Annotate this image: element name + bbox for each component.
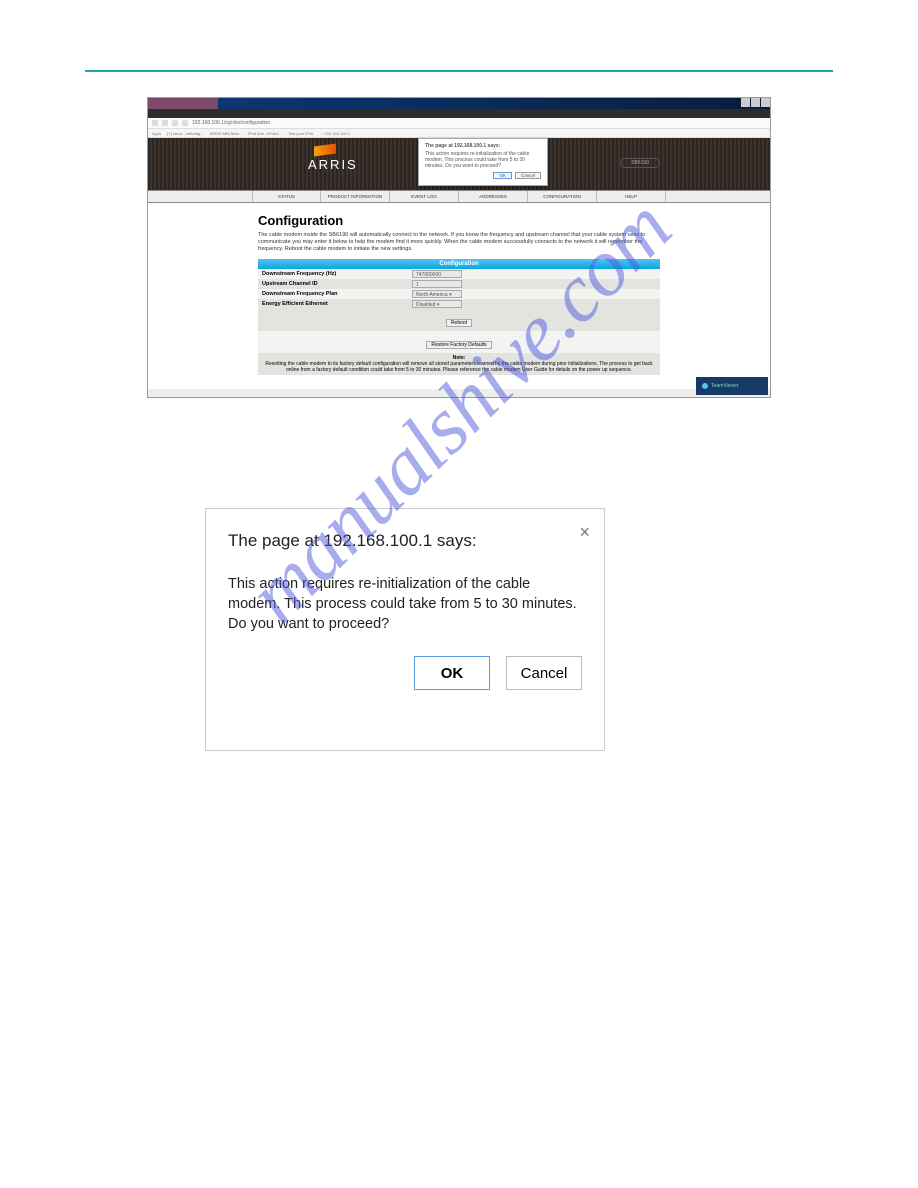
tab-addresses[interactable]: ADDRESSES [459, 191, 528, 202]
close-icon[interactable]: × [579, 523, 590, 541]
tab-help[interactable]: HELP [597, 191, 666, 202]
tab-event-log[interactable]: EVENT LOG [390, 191, 459, 202]
ok-button[interactable]: OK [414, 656, 490, 690]
dialog-message: This action requires re-initialization o… [425, 151, 541, 169]
horizontal-rule [85, 70, 833, 72]
restore-defaults-button[interactable]: Restore Factory Defaults [426, 341, 491, 349]
browser-screenshot: 192.168.100.1/cgi-bin/configuration Apps… [147, 97, 771, 398]
page-description: The cable modem inside the SB6190 will a… [258, 232, 660, 253]
url-text[interactable]: 192.168.100.1/cgi-bin/configuration [192, 120, 270, 126]
downstream-freq-input[interactable]: 747000000 [412, 270, 462, 278]
cancel-button[interactable]: Cancel [506, 656, 582, 690]
bookmarks-bar: Apps [+] Inbox - webadg... ARRIS MIB Man… [148, 129, 770, 138]
config-row: Upstream Channel ID 1 [258, 279, 660, 289]
dialog-title: The page at 192.168.100.1 says: [228, 531, 582, 551]
upstream-channel-input[interactable]: 1 [412, 280, 462, 288]
confirm-dialog-large: × The page at 192.168.100.1 says: This a… [205, 508, 605, 751]
model-badge: SB6190 [620, 158, 660, 168]
minimize-icon[interactable] [741, 98, 750, 107]
section-header: Configuration [258, 259, 660, 269]
browser-tabbar [148, 109, 770, 118]
teamviewer-label: TeamViewer [711, 383, 738, 389]
note-block: Note: Resetting the cable modem to its f… [258, 353, 660, 375]
forward-icon[interactable] [162, 120, 168, 126]
close-icon[interactable] [761, 98, 770, 107]
page-title: Configuration [258, 213, 660, 228]
confirm-dialog-small: The page at 192.168.100.1 says: This act… [418, 138, 548, 186]
ok-button[interactable]: OK [493, 172, 512, 179]
arris-logo: ARRIS [308, 157, 358, 172]
bookmark-item[interactable]: IPv6 test - IPv6/4... [248, 131, 282, 136]
tab-product-info[interactable]: PRODUCT INFORMATION [321, 191, 390, 202]
row-label: Energy Efficient Ethernet [262, 301, 412, 307]
dialog-message: This action requires re-initialization o… [228, 575, 582, 634]
freq-plan-select[interactable]: North America ▾ [412, 290, 462, 298]
row-label: Downstream Frequency Plan [262, 291, 412, 297]
row-label: Upstream Channel ID [262, 281, 412, 287]
bookmark-item[interactable]: ARRIS MIB Man... [209, 131, 242, 136]
main-nav: STATUS PRODUCT INFORMATION EVENT LOG ADD… [148, 190, 770, 203]
page-content: Configuration The cable modem inside the… [148, 203, 770, 389]
maximize-icon[interactable] [751, 98, 760, 107]
teamviewer-badge[interactable]: TeamViewer [696, 377, 768, 395]
page-header: ARRIS SB6190 The page at 192.168.100.1 s… [148, 138, 770, 190]
horizontal-scrollbar[interactable] [148, 389, 770, 397]
back-icon[interactable] [152, 120, 158, 126]
bookmark-item[interactable]: Apps [152, 131, 161, 136]
address-bar: 192.168.100.1/cgi-bin/configuration [148, 118, 770, 129]
reload-icon[interactable] [172, 120, 178, 126]
cancel-button[interactable]: Cancel [515, 172, 541, 179]
window-titlebar [148, 98, 770, 109]
row-label: Downstream Frequency (Hz) [262, 271, 412, 277]
reboot-button[interactable]: Reboot [446, 319, 472, 327]
bookmark-item[interactable]: → 192.168.100.1 [319, 131, 350, 136]
tab-configuration[interactable]: CONFIGURATION [528, 191, 597, 202]
config-row: Downstream Frequency Plan North America … [258, 289, 660, 299]
config-row: Energy Efficient Ethernet Disabled ▾ [258, 299, 660, 309]
tab-status[interactable]: STATUS [252, 191, 321, 202]
bookmark-item[interactable]: [+] Inbox - webadg... [167, 131, 203, 136]
bookmark-item[interactable]: Test your IPv6 [288, 131, 313, 136]
note-text: Resetting the cable modem to its factory… [265, 361, 652, 373]
dialog-title: The page at 192.168.100.1 says: [425, 143, 541, 149]
home-icon[interactable] [182, 120, 188, 126]
eee-select[interactable]: Disabled ▾ [412, 300, 462, 308]
config-row: Downstream Frequency (Hz) 747000000 [258, 269, 660, 279]
